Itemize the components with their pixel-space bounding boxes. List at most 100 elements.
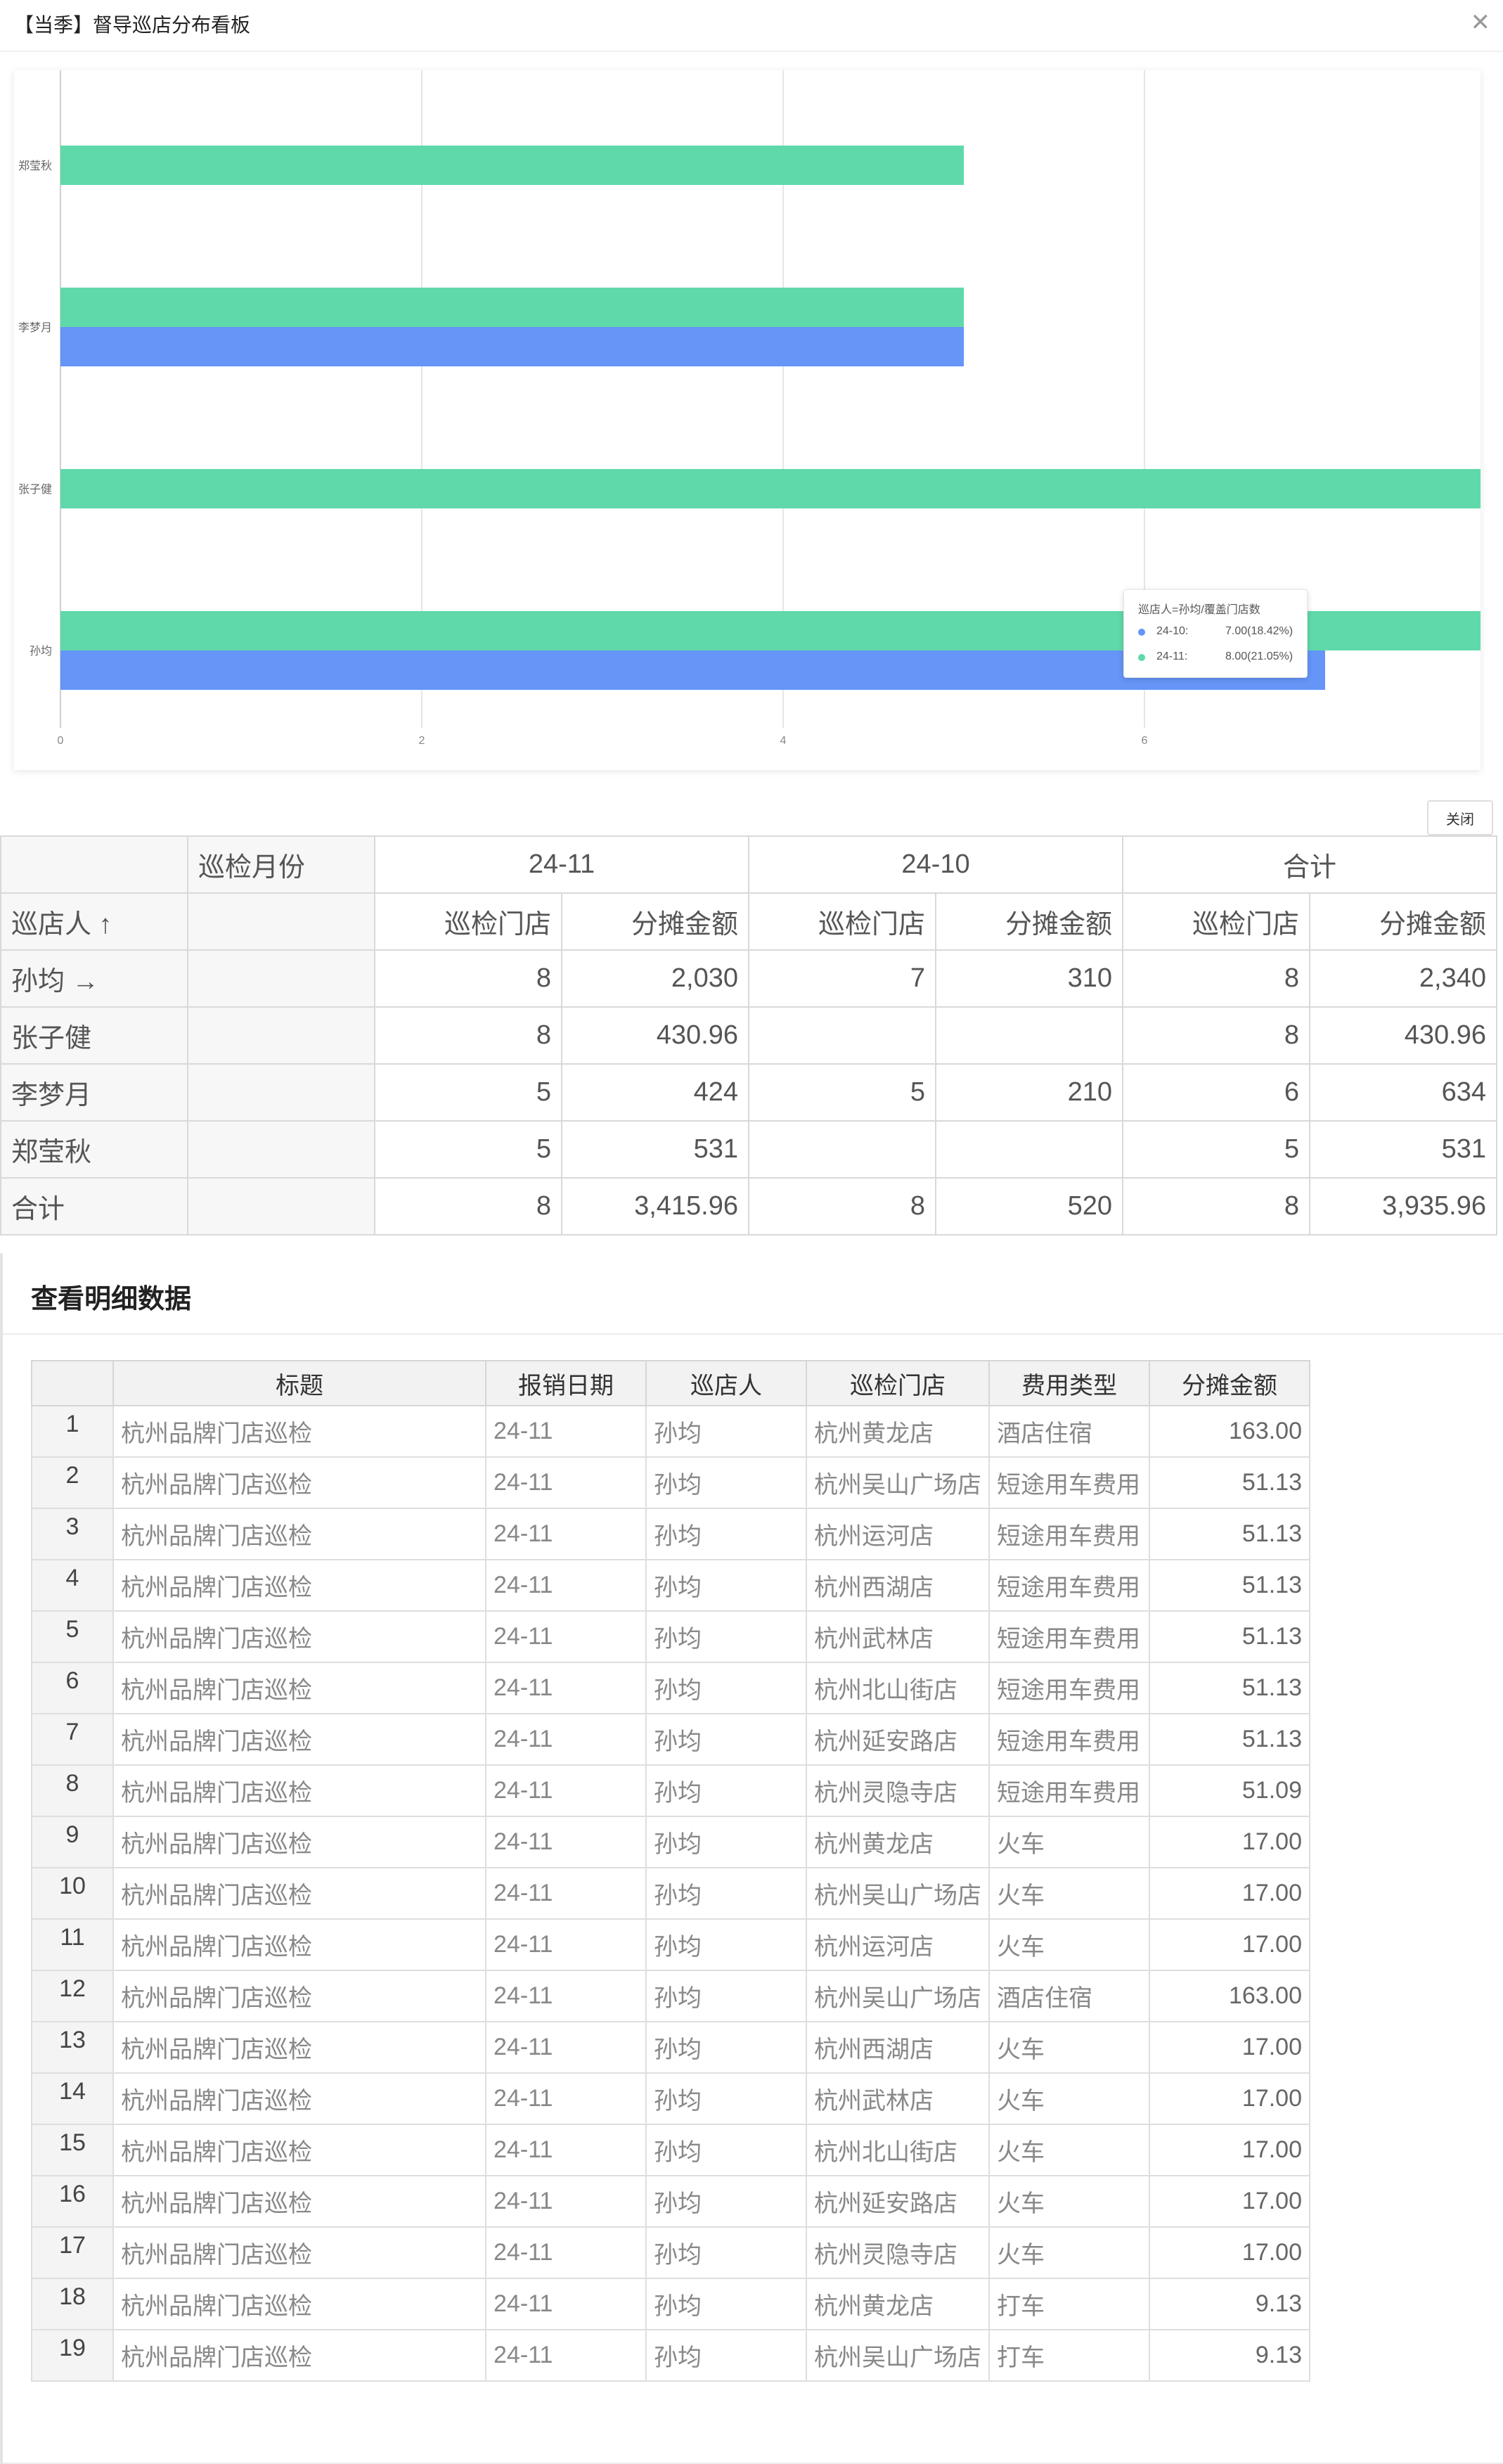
- pivot-cell[interactable]: 634: [1309, 1063, 1497, 1122]
- pivot-sub-header[interactable]: 分摊金额: [935, 892, 1123, 951]
- cell-amount: 17.00: [1149, 2124, 1310, 2176]
- cell-date: 24-11: [485, 2175, 647, 2228]
- pivot-sub-header[interactable]: 分摊金额: [561, 892, 749, 951]
- table-row[interactable]: 9 杭州品牌门店巡检 24-11 孙均 杭州黄龙店 火车 17.00: [31, 1816, 1310, 1868]
- cell-date: 24-11: [485, 1764, 647, 1817]
- pivot-cell[interactable]: 8: [374, 1177, 562, 1236]
- pivot-cell[interactable]: [935, 1120, 1123, 1179]
- table-row[interactable]: 12 杭州品牌门店巡检 24-11 孙均 杭州吴山广场店 酒店住宿 163.00: [31, 1970, 1310, 2022]
- table-row[interactable]: 10 杭州品牌门店巡检 24-11 孙均 杭州吴山广场店 火车 17.00: [31, 1867, 1310, 1920]
- row-index: 10: [31, 1867, 114, 1920]
- table-row[interactable]: 19 杭州品牌门店巡检 24-11 孙均 杭州吴山广场店 打车 9.13: [31, 2329, 1310, 2382]
- pivot-cell[interactable]: [748, 1120, 936, 1179]
- table-row[interactable]: 8 杭州品牌门店巡检 24-11 孙均 杭州灵隐寺店 短途用车费用 51.09: [31, 1764, 1310, 1817]
- table-row[interactable]: 5 杭州品牌门店巡检 24-11 孙均 杭州武林店 短途用车费用 51.13: [31, 1610, 1310, 1663]
- pivot-cell[interactable]: [748, 1006, 936, 1065]
- bar-24-10: [60, 327, 964, 366]
- table-row[interactable]: 13 杭州品牌门店巡检 24-11 孙均 杭州西湖店 火车 17.00: [31, 2021, 1310, 2074]
- cell-title: 杭州品牌门店巡检: [112, 1456, 486, 1509]
- pivot-cell[interactable]: 2,340: [1309, 949, 1497, 1008]
- table-row[interactable]: 14 杭州品牌门店巡检 24-11 孙均 杭州武林店 火车 17.00: [31, 2072, 1310, 2125]
- column-header[interactable]: 报销日期: [485, 1360, 647, 1406]
- pivot-cell[interactable]: 310: [935, 949, 1123, 1008]
- pivot-row-name[interactable]: 郑莹秋: [0, 1120, 188, 1179]
- column-header[interactable]: 标题: [112, 1360, 486, 1406]
- table-row[interactable]: 17 杭州品牌门店巡检 24-11 孙均 杭州灵隐寺店 火车 17.00: [31, 2226, 1310, 2279]
- table-row[interactable]: 18 杭州品牌门店巡检 24-11 孙均 杭州黄龙店 打车 9.13: [31, 2278, 1310, 2330]
- row-index: 12: [31, 1970, 114, 2022]
- bar-24-11: [60, 469, 1481, 508]
- cell-date: 24-11: [485, 2278, 647, 2330]
- cell-title: 杭州品牌门店巡检: [112, 1764, 486, 1817]
- pivot-row-name[interactable]: 张子健: [0, 1006, 188, 1065]
- pivot-cell[interactable]: 3,415.96: [561, 1177, 749, 1236]
- pivot-row-spacer: [187, 1063, 375, 1122]
- table-row[interactable]: 6 杭州品牌门店巡检 24-11 孙均 杭州北山街店 短途用车费用 51.13: [31, 1662, 1310, 1714]
- pivot-month-header[interactable]: 24-10: [748, 835, 1123, 894]
- pivot-cell[interactable]: 8: [1122, 1177, 1310, 1236]
- tooltip-series-value: 7.00(18.42%): [1225, 625, 1294, 637]
- pivot-cell[interactable]: 8: [1122, 1006, 1310, 1065]
- pivot-cell[interactable]: 531: [561, 1120, 749, 1179]
- detail-body: 1 杭州品牌门店巡检 24-11 孙均 杭州黄龙店 酒店住宿 163.00 2 杭州品牌门店巡检…: [31, 1405, 1310, 2382]
- pivot-cell[interactable]: 430.96: [561, 1006, 749, 1065]
- cell-store: 杭州黄龙店: [806, 1816, 990, 1868]
- column-header[interactable]: 分摊金额: [1149, 1360, 1310, 1406]
- pivot-sub-header[interactable]: 巡检门店: [748, 892, 936, 951]
- pivot-row-header[interactable]: 巡店人 ↑: [0, 892, 188, 951]
- pivot-row-name[interactable]: 孙均 →: [0, 949, 188, 1008]
- cell-inspector: 孙均: [645, 1970, 807, 2022]
- pivot-row: 孙均 → 8 2,030 7 310 8 2,340: [0, 949, 1497, 1008]
- pivot-row-name[interactable]: 合计: [0, 1177, 188, 1236]
- column-header[interactable]: 巡检门店: [806, 1360, 990, 1406]
- cell-inspector: 孙均: [645, 2278, 807, 2330]
- pivot-sub-header[interactable]: 巡检门店: [374, 892, 562, 951]
- pivot-cell[interactable]: 7: [748, 949, 936, 1008]
- pivot-cell[interactable]: 430.96: [1309, 1006, 1497, 1065]
- pivot-row: 张子健 8 430.96 8 430.96: [0, 1006, 1497, 1065]
- column-header[interactable]: 费用类型: [988, 1360, 1150, 1406]
- pivot-cell[interactable]: [935, 1006, 1123, 1065]
- close-icon[interactable]: ✕: [1471, 8, 1491, 37]
- cell-expense-type: 火车: [988, 1816, 1150, 1868]
- pivot-cell[interactable]: 8: [1122, 949, 1310, 1008]
- cell-date: 24-11: [485, 1610, 647, 1663]
- pivot-row-name[interactable]: 李梦月: [0, 1063, 188, 1122]
- x-tick-label: 4: [780, 735, 787, 747]
- pivot-sub-header[interactable]: 巡检门店: [1122, 892, 1310, 951]
- table-row[interactable]: 4 杭州品牌门店巡检 24-11 孙均 杭州西湖店 短途用车费用 51.13: [31, 1559, 1310, 1612]
- pivot-cell[interactable]: 8: [374, 949, 562, 1008]
- pivot-cell[interactable]: 5: [748, 1063, 936, 1122]
- table-row[interactable]: 7 杭州品牌门店巡检 24-11 孙均 杭州延安路店 短途用车费用 51.13: [31, 1713, 1310, 1766]
- cell-amount: 51.13: [1149, 1610, 1310, 1663]
- cell-title: 杭州品牌门店巡检: [112, 2226, 486, 2279]
- pivot-corner: [0, 835, 188, 894]
- pivot-cell[interactable]: 520: [935, 1177, 1123, 1236]
- cell-amount: 51.09: [1149, 1764, 1310, 1817]
- pivot-cell[interactable]: 6: [1122, 1063, 1310, 1122]
- pivot-cell[interactable]: 424: [561, 1063, 749, 1122]
- pivot-cell[interactable]: 210: [935, 1063, 1123, 1122]
- pivot-sub-header[interactable]: 分摊金额: [1309, 892, 1497, 951]
- close-button[interactable]: 关闭: [1427, 800, 1493, 835]
- pivot-cell[interactable]: 8: [748, 1177, 936, 1236]
- cell-amount: 17.00: [1149, 1816, 1310, 1868]
- table-row[interactable]: 15 杭州品牌门店巡检 24-11 孙均 杭州北山街店 火车 17.00: [31, 2124, 1310, 2176]
- pivot-cell[interactable]: 531: [1309, 1120, 1497, 1179]
- pivot-cell[interactable]: 5: [374, 1063, 562, 1122]
- table-row[interactable]: 1 杭州品牌门店巡检 24-11 孙均 杭州黄龙店 酒店住宿 163.00: [31, 1405, 1310, 1458]
- column-header[interactable]: 巡店人: [645, 1360, 807, 1406]
- modal-header: 【当季】督导巡店分布看板 ✕: [0, 0, 1503, 52]
- pivot-cell[interactable]: 2,030: [561, 949, 749, 1008]
- table-row[interactable]: 11 杭州品牌门店巡检 24-11 孙均 杭州运河店 火车 17.00: [31, 1918, 1310, 1971]
- table-row[interactable]: 3 杭州品牌门店巡检 24-11 孙均 杭州运河店 短途用车费用 51.13: [31, 1508, 1310, 1560]
- cell-title: 杭州品牌门店巡检: [112, 1405, 486, 1458]
- chart-card: 0 2 4 6 郑莹秋 李梦月 张子健 孙均 巡店人=孙均/覆盖门店数 24-10: 7.00…: [14, 70, 1481, 770]
- pivot-month-header[interactable]: 24-11: [374, 835, 749, 894]
- table-row[interactable]: 16 杭州品牌门店巡检 24-11 孙均 杭州延安路店 火车 17.00: [31, 2175, 1310, 2228]
- pivot-cell[interactable]: 5: [374, 1120, 562, 1179]
- pivot-cell[interactable]: 8: [374, 1006, 562, 1065]
- pivot-cell[interactable]: 5: [1122, 1120, 1310, 1179]
- table-row[interactable]: 2 杭州品牌门店巡检 24-11 孙均 杭州吴山广场店 短途用车费用 51.13: [31, 1456, 1310, 1509]
- pivot-cell[interactable]: 3,935.96: [1309, 1177, 1497, 1236]
